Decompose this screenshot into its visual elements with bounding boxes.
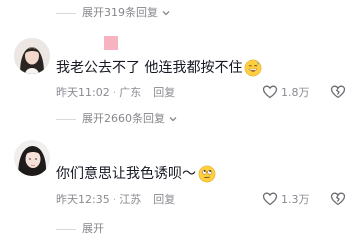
comment-meta: 昨天11:02 · 广东 回复 (56, 84, 175, 100)
comment-location: 广东 (119, 86, 142, 99)
like-button[interactable]: 1.3万 (262, 190, 310, 208)
comment-body: 你们意思让我色诱呗～ (56, 166, 196, 182)
reply-button[interactable]: 回复 (153, 191, 175, 207)
comment-meta: 昨天12:35 · 江苏 回复 (56, 191, 175, 207)
grinning-sweat-emoji (245, 59, 262, 77)
heart-icon (262, 192, 278, 206)
comment-body: 我老公去不了 他连我都按不住 (56, 60, 243, 76)
expand-divider (56, 12, 76, 14)
rolling-eyes-emoji (198, 165, 216, 183)
heart-icon (262, 85, 278, 99)
comment-text: 我老公去不了 他连我都按不住 (56, 58, 262, 78)
expand-replies-top[interactable]: 展开319条回复 (56, 5, 172, 21)
chevron-down-icon (162, 11, 170, 16)
meta-separator: · (112, 192, 117, 206)
like-count: 1.8万 (281, 86, 310, 99)
comment-time: 昨天11:02 (56, 86, 110, 99)
comment-time: 昨天12:35 (56, 193, 110, 206)
broken-heart-icon[interactable] (330, 191, 346, 207)
expand-divider (56, 118, 76, 120)
meta-separator: · (112, 85, 117, 99)
comment-location: 江苏 (119, 193, 142, 206)
expand-replies-bottom[interactable]: 展开 (56, 221, 104, 237)
like-button[interactable]: 1.8万 (262, 83, 310, 101)
expand-replies-label: 展开319条回复 (82, 6, 158, 19)
broken-heart-icon[interactable] (330, 84, 346, 100)
avatar[interactable] (14, 38, 50, 74)
comment-text: 你们意思让我色诱呗～ (56, 164, 216, 184)
reply-button[interactable]: 回复 (153, 84, 175, 100)
expand-replies-label: 展开2660条回复 (82, 112, 165, 125)
avatar[interactable] (14, 140, 50, 176)
expand-divider (56, 228, 76, 230)
expand-replies-label: 展开 (82, 222, 104, 235)
expand-replies-mid[interactable]: 展开2660条回复 (56, 111, 179, 127)
like-count: 1.3万 (281, 193, 310, 206)
chevron-down-icon (169, 117, 177, 122)
sticker-mark (104, 36, 118, 50)
